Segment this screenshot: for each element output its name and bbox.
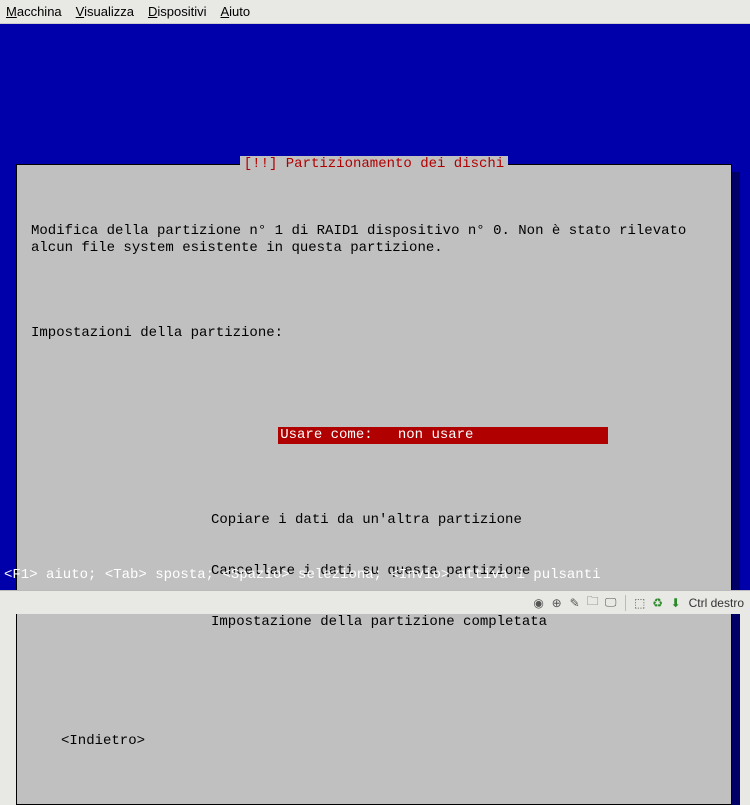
menu-macchina[interactable]: Macchina [6, 4, 62, 19]
disk-icon: ◉ [532, 596, 546, 610]
dialog-message: Modifica della partizione n° 1 di RAID1 … [31, 223, 717, 257]
mouse-integration-icon: ⬚ [633, 596, 647, 610]
optical-icon: ⊕ [550, 596, 564, 610]
options-list: Usare come: non usare Copiare i dati da … [211, 410, 717, 665]
settings-label: Impostazioni della partizione: [31, 325, 717, 342]
host-key-icon: ⬇ [669, 596, 683, 610]
menu-dispositivi[interactable]: Dispositivi [148, 4, 207, 19]
display-icon: 🖵 [604, 596, 618, 610]
dialog-title: [!!] Partizionamento dei dischi [240, 156, 508, 172]
shared-folder-icon: 🗀 [586, 596, 600, 610]
option-copy-data[interactable]: Copiare i dati da un'altra partizione [211, 512, 717, 529]
statusbar: ◉ ⊕ ✎ 🗀 🖵 ⬚ ♻ ⬇ Ctrl destro [0, 590, 750, 614]
menu-aiuto[interactable]: Aiuto [220, 4, 250, 19]
recycle-icon: ♻ [651, 596, 665, 610]
back-button[interactable]: <Indietro> [61, 733, 717, 750]
option-done[interactable]: Impostazione della partizione completata [211, 614, 717, 631]
help-line: <F1> aiuto; <Tab> sposta; <Spazio> selez… [4, 567, 601, 584]
host-key-label: Ctrl destro [689, 596, 744, 610]
console-area: [!!] Partizionamento dei dischi Modifica… [0, 24, 750, 590]
menubar: Macchina Visualizza Dispositivi Aiuto [0, 0, 750, 24]
option-use-as[interactable]: Usare come: non usare [278, 427, 608, 444]
menu-visualizza[interactable]: Visualizza [76, 4, 134, 19]
usb-icon: ✎ [568, 596, 582, 610]
partition-dialog: [!!] Partizionamento dei dischi Modifica… [16, 164, 732, 805]
